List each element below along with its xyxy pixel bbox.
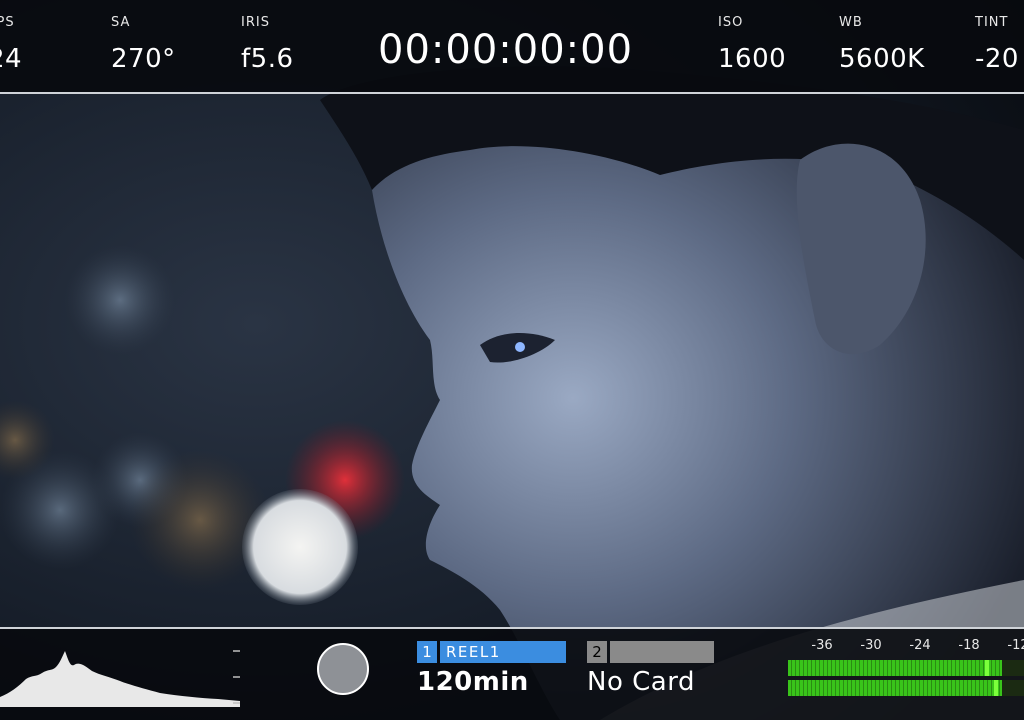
iris-value: f5.6	[241, 44, 294, 74]
card-slot-1-remaining: 120min	[417, 667, 529, 697]
live-view-image	[0, 0, 1024, 720]
record-icon[interactable]	[317, 643, 369, 695]
bottom-bar-divider	[0, 627, 1024, 629]
audio-meter-channel-1-level	[788, 660, 1002, 676]
white-balance-value: 5600K	[839, 44, 925, 74]
iso-setting[interactable]: ISO 1600	[718, 14, 786, 74]
fps-label: FPS	[0, 15, 15, 30]
tint-setting[interactable]: TINT -20	[975, 14, 1019, 74]
timecode-display[interactable]: 00:00:00:00	[378, 28, 633, 72]
shutter-angle-label: SA	[111, 15, 131, 30]
tint-label: TINT	[975, 15, 1009, 30]
audio-meter-channel-2	[788, 680, 1024, 696]
audio-meter-scale-label: -12	[1007, 638, 1024, 653]
audio-meter-scale-label: -36	[811, 638, 833, 653]
white-balance-setting[interactable]: WB 5600K	[839, 14, 925, 74]
card-slot-2-reel	[610, 641, 714, 663]
fps-setting[interactable]: FPS 24	[0, 14, 22, 74]
audio-meter-channel-1-peak	[985, 660, 990, 676]
card-slot-2-number: 2	[587, 641, 607, 663]
shutter-angle-setting[interactable]: SA 270°	[111, 14, 176, 74]
audio-meter-scale-label: -18	[958, 638, 980, 653]
card-slot-1-reel: REEL1	[440, 641, 566, 663]
top-bar-divider	[0, 92, 1024, 94]
top-status-bar: FPS 24 SA 270° IRIS f5.6 00:00:00:00 ISO…	[0, 0, 1024, 94]
card-slot-2[interactable]: 2 No Card	[587, 641, 714, 697]
audio-meter-scale-label: -24	[909, 638, 931, 653]
audio-meter-channel-2-peak	[993, 680, 998, 696]
histogram[interactable]	[0, 637, 245, 712]
card-slot-2-status: No Card	[587, 667, 695, 697]
white-balance-label: WB	[839, 15, 863, 30]
iris-setting[interactable]: IRIS f5.6	[241, 14, 294, 74]
card-slot-1[interactable]: 1 REEL1 120min	[417, 641, 566, 697]
shutter-angle-value: 270°	[111, 44, 176, 74]
tint-value: -20	[975, 44, 1019, 74]
camera-live-view	[0, 0, 1024, 720]
iso-label: ISO	[718, 15, 744, 30]
audio-meters[interactable]: -36 -30 -24 -18 -12	[786, 638, 1024, 700]
histogram-curve	[0, 651, 240, 707]
fps-value: 24	[0, 44, 23, 74]
card-slot-1-number: 1	[417, 641, 437, 663]
iso-value: 1600	[718, 44, 787, 74]
audio-meter-scale-label: -30	[860, 638, 882, 653]
audio-meter-channel-2-level	[788, 680, 1002, 696]
audio-meter-channel-1	[788, 660, 1024, 676]
iris-label: IRIS	[241, 15, 270, 30]
